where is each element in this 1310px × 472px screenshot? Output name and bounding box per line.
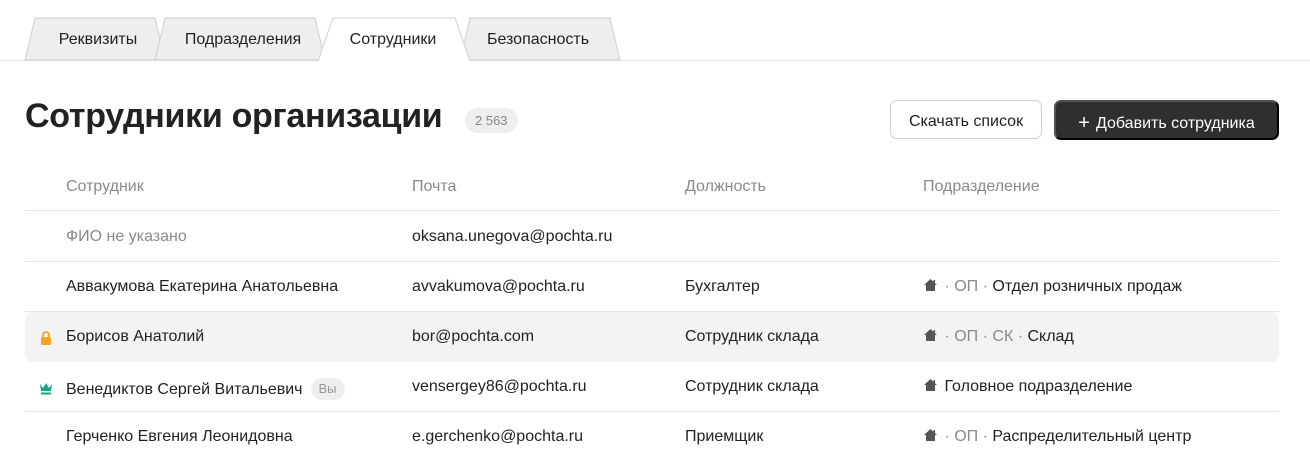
employee-email: oksana.unegova@pochta.ru <box>412 228 613 245</box>
table-row[interactable]: Борисов Анатолий bor@pochta.com Сотрудни… <box>25 312 1279 362</box>
column-header-position[interactable]: Должность <box>685 178 766 196</box>
table-header: Сотрудник Почта Должность Подразделение <box>25 168 1279 211</box>
department-name: Распределительный центр <box>992 428 1192 445</box>
home-icon <box>924 429 937 441</box>
tab-label-podrazdeleniya[interactable]: Подразделения <box>185 31 301 49</box>
tab-label-sotrudniki[interactable]: Сотрудники <box>350 31 437 49</box>
employee-name: Герченко Евгения Леонидовна <box>66 428 293 445</box>
employee-department: · ОП · Отдел розничных продаж <box>923 278 1182 296</box>
employee-email: avvakumova@pochta.ru <box>412 278 585 295</box>
employee-email: e.gerchenko@pochta.ru <box>412 428 584 445</box>
department-path: · ОП · <box>940 278 993 295</box>
employee-name: Борисов Анатолий <box>66 328 205 345</box>
employee-position: Сотрудник склада <box>685 328 819 345</box>
department-path: · ОП · <box>940 428 993 445</box>
employee-email: vensergey86@pochta.ru <box>412 378 587 395</box>
crown-icon <box>40 383 52 395</box>
employee-email: bor@pochta.com <box>412 328 535 345</box>
tab-label-bezopasnost[interactable]: Безопасность <box>487 31 589 49</box>
tab-label-rekvizity[interactable]: Реквизиты <box>59 31 137 49</box>
add-employee-button[interactable]: + Добавить сотрудника <box>1054 100 1279 140</box>
department-name: Отдел розничных продаж <box>992 278 1183 295</box>
home-icon <box>924 329 937 341</box>
employee-position: Сотрудник склада <box>685 378 819 395</box>
employee-name: Венедиктов Сергей Витальевич <box>66 381 303 398</box>
employee-department: Головное подразделение <box>923 378 1132 396</box>
employee-department: · ОП · Распределительный центр <box>923 428 1191 446</box>
column-header-email[interactable]: Почта <box>412 178 456 196</box>
table-row[interactable]: Герченко Евгения Леонидовна e.gerchenko@… <box>25 412 1279 462</box>
employee-position: Приемщик <box>685 428 764 445</box>
department-name: Головное подразделение <box>944 378 1133 395</box>
column-header-department[interactable]: Подразделение <box>923 178 1040 196</box>
employee-name-cell: Венедиктов Сергей Витальевич Вы <box>66 378 345 400</box>
employee-count-badge: 2 563 <box>465 108 518 133</box>
employee-department: · ОП · СК · Склад <box>923 328 1074 346</box>
column-header-employee[interactable]: Сотрудник <box>66 178 144 196</box>
table-row[interactable]: Венедиктов Сергей Витальевич Вы vensergey… <box>25 362 1279 412</box>
employee-name: ФИО не указано <box>66 228 187 245</box>
table-row[interactable]: ФИО не указано oksana.unegova@pochta.ru <box>25 212 1279 262</box>
home-icon <box>924 379 937 391</box>
lock-icon <box>41 331 51 345</box>
download-list-button[interactable]: Скачать список <box>890 100 1042 139</box>
you-badge: Вы <box>310 378 345 400</box>
home-icon <box>924 279 937 291</box>
add-employee-label: Добавить сотрудника <box>1095 115 1255 132</box>
employee-position: Бухгалтер <box>685 278 760 295</box>
plus-icon: + <box>1078 112 1090 134</box>
department-name: Склад <box>1027 328 1074 345</box>
tab-bar: Реквизиты Подразделения Сотрудники Безоп… <box>0 0 1310 61</box>
department-path: · ОП · СК · <box>940 328 1028 345</box>
employee-name: Аввакумова Екатерина Анатольевна <box>66 278 339 295</box>
table-row[interactable]: Аввакумова Екатерина Анатольевна avvakum… <box>25 262 1279 312</box>
page-title: Сотрудники организации <box>25 97 443 135</box>
